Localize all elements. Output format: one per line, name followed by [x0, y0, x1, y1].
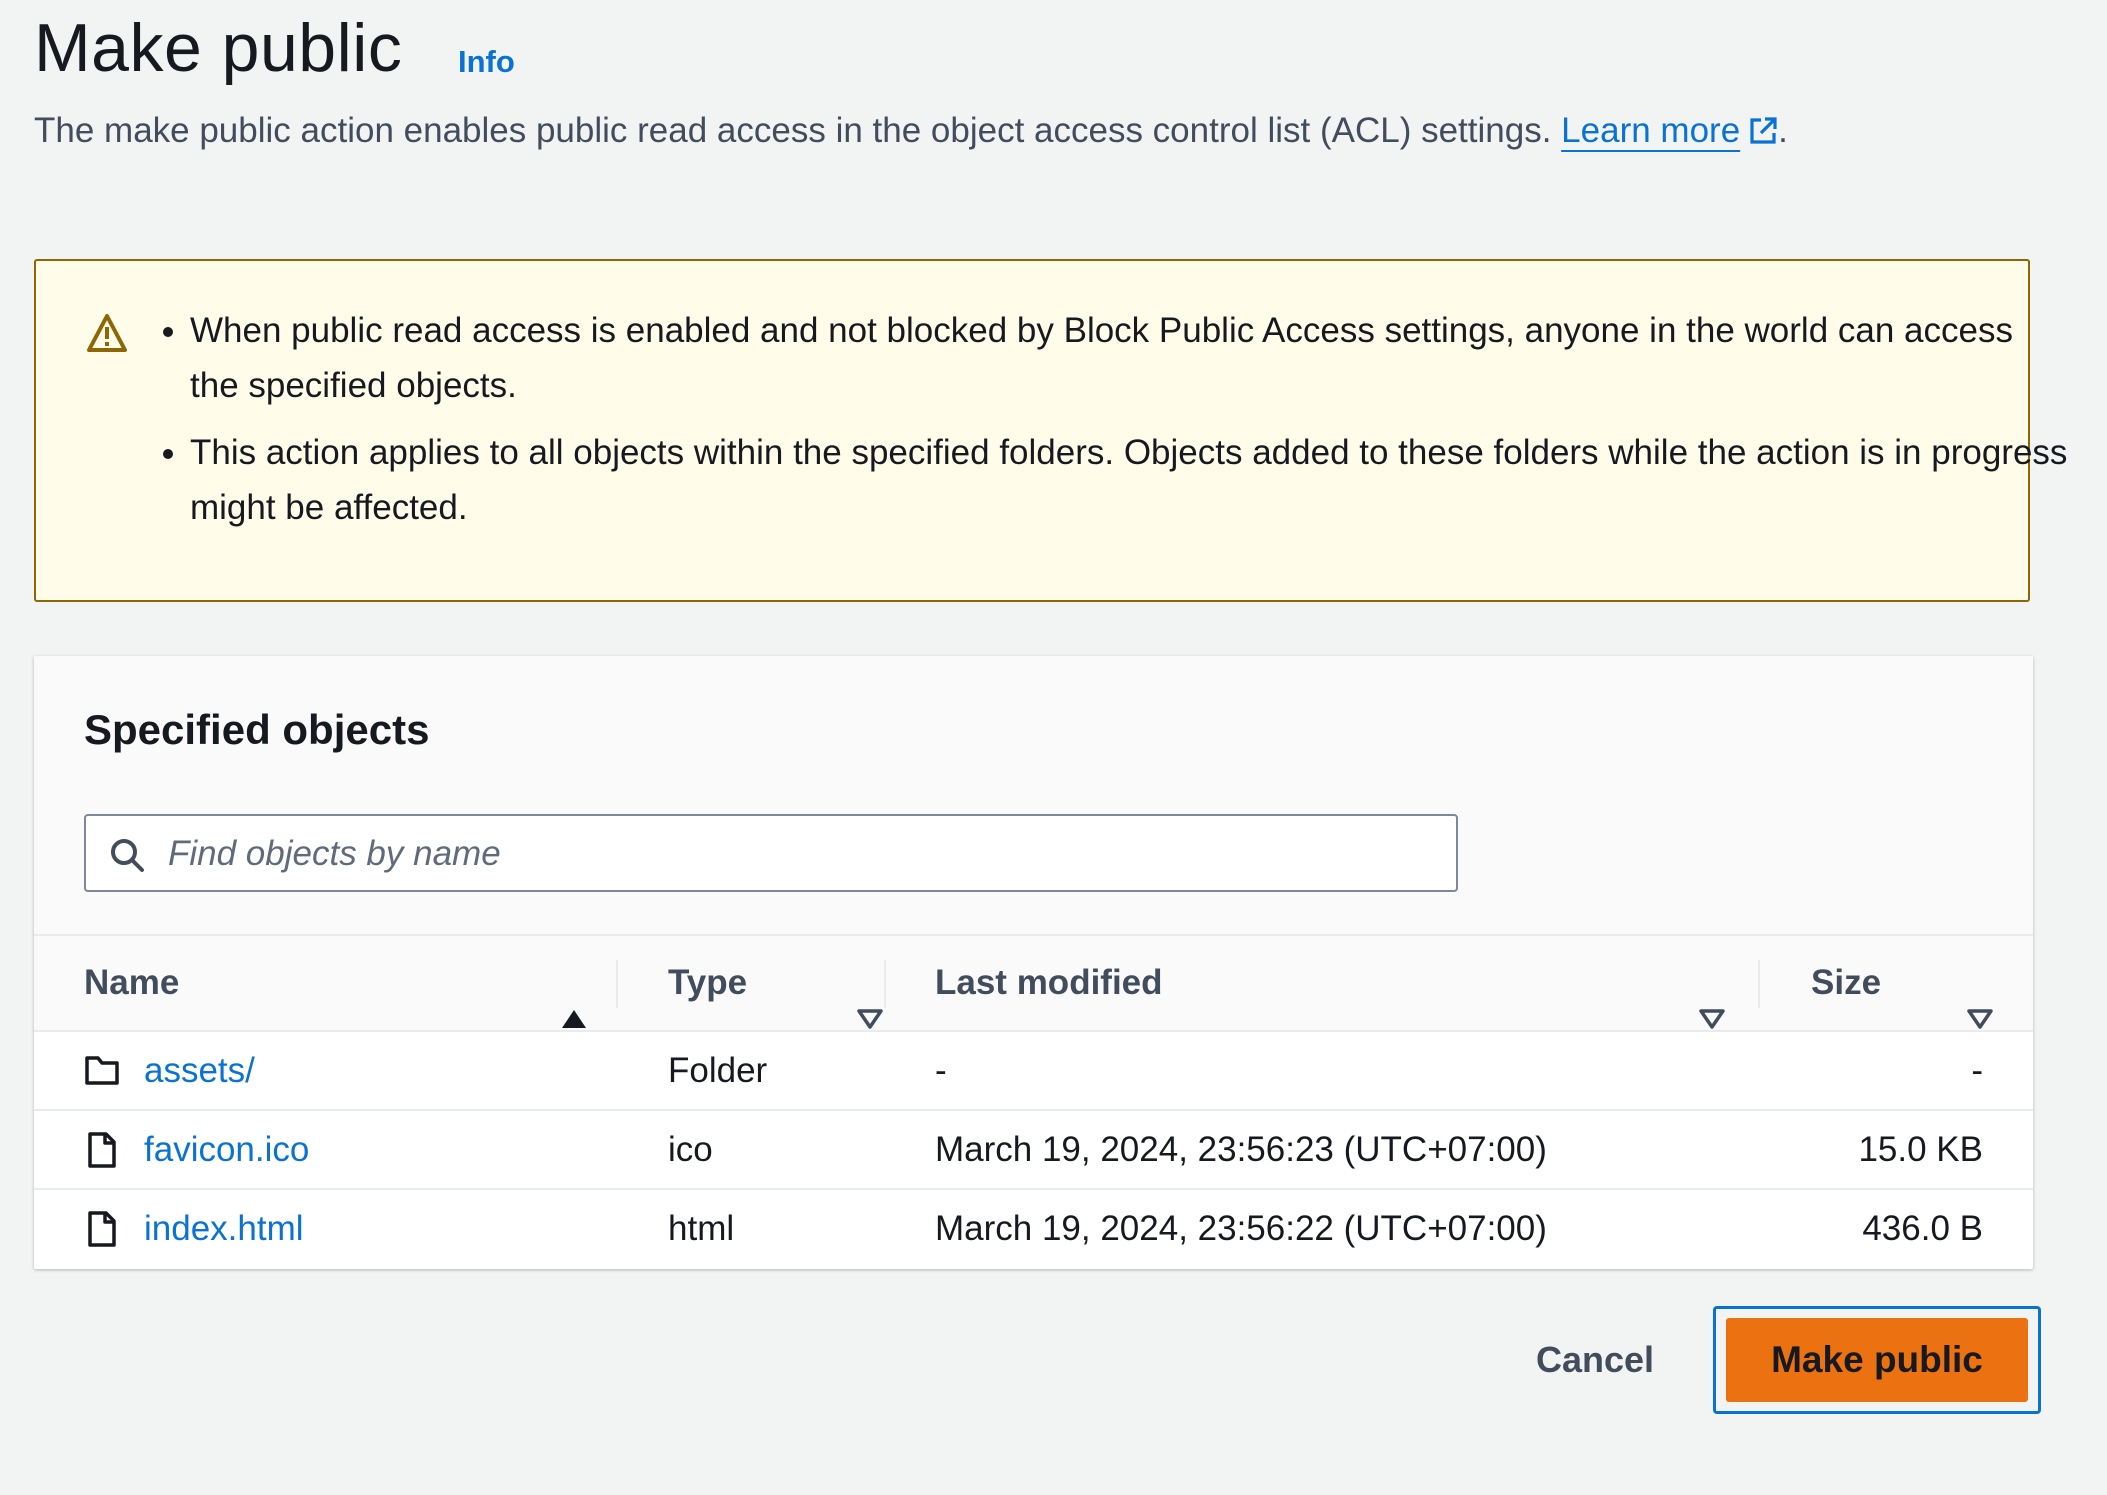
object-name-link[interactable]: assets/	[144, 1032, 255, 1109]
file-icon	[84, 1210, 120, 1257]
object-last-modified: March 19, 2024, 23:56:23 (UTC+07:00)	[935, 1130, 1547, 1169]
description-text: The make public action enables public re…	[34, 111, 1552, 150]
table-row: index.html html March 19, 2024, 23:56:22…	[34, 1190, 2033, 1269]
object-size: 436.0 B	[1862, 1209, 1983, 1248]
column-resizer[interactable]	[1758, 960, 1760, 1008]
warning-alert: When public read access is enabled and n…	[34, 259, 2067, 602]
search-input[interactable]	[166, 828, 1440, 880]
object-name-link[interactable]: index.html	[144, 1190, 304, 1267]
object-type: ico	[668, 1130, 713, 1169]
warning-icon	[86, 313, 128, 358]
object-name-link[interactable]: favicon.ico	[144, 1111, 309, 1188]
panel-title: Specified objects	[84, 706, 430, 753]
object-last-modified: March 19, 2024, 23:56:22 (UTC+07:00)	[935, 1209, 1547, 1248]
object-last-modified: -	[935, 1051, 947, 1090]
specified-objects-panel: Specified objects Name Type Last modifie…	[34, 656, 2033, 1269]
make-public-button[interactable]: Make public	[1726, 1318, 2028, 1402]
object-size: -	[1971, 1051, 1983, 1090]
warning-list: When public read access is enabled and n…	[146, 303, 2070, 547]
column-label-last-modified: Last modified	[935, 963, 1163, 1002]
column-label-size: Size	[1811, 963, 1882, 1002]
column-label-name: Name	[84, 963, 180, 1002]
column-header-size[interactable]: Size	[1811, 936, 2011, 1030]
search-icon	[108, 836, 146, 879]
column-resizer[interactable]	[884, 960, 886, 1008]
make-public-button-focus-ring: Make public	[1713, 1306, 2041, 1414]
panel-header: Specified objects	[34, 656, 2033, 936]
cancel-button[interactable]: Cancel	[1520, 1320, 1670, 1400]
learn-more-label: Learn more	[1561, 111, 1741, 150]
object-type: Folder	[668, 1051, 768, 1090]
table-header: Name Type Last modified Size	[34, 934, 2033, 1032]
column-label-type: Type	[668, 963, 748, 1002]
column-header-last-modified[interactable]: Last modified	[935, 936, 1735, 1030]
search-field[interactable]	[84, 814, 1458, 892]
table-row: assets/ Folder - -	[34, 1032, 2033, 1111]
warning-item: This action applies to all objects withi…	[190, 425, 2070, 535]
folder-icon	[84, 1052, 120, 1097]
column-resizer[interactable]	[616, 960, 618, 1008]
page-description: The make public action enables public re…	[34, 107, 1788, 159]
file-icon	[84, 1131, 120, 1178]
learn-more-link[interactable]: Learn more	[1561, 111, 1778, 150]
warning-item: When public read access is enabled and n…	[190, 303, 2070, 413]
table-row: favicon.ico ico March 19, 2024, 23:56:23…	[34, 1111, 2033, 1190]
description-period: .	[1778, 111, 1788, 150]
page-title: Make public	[34, 10, 403, 86]
object-size: 15.0 KB	[1858, 1130, 1983, 1169]
column-header-name[interactable]: Name	[84, 936, 604, 1030]
info-link[interactable]: Info	[458, 44, 515, 80]
object-type: html	[668, 1209, 735, 1248]
column-header-type[interactable]: Type	[668, 936, 883, 1030]
external-link-icon	[1748, 111, 1778, 159]
